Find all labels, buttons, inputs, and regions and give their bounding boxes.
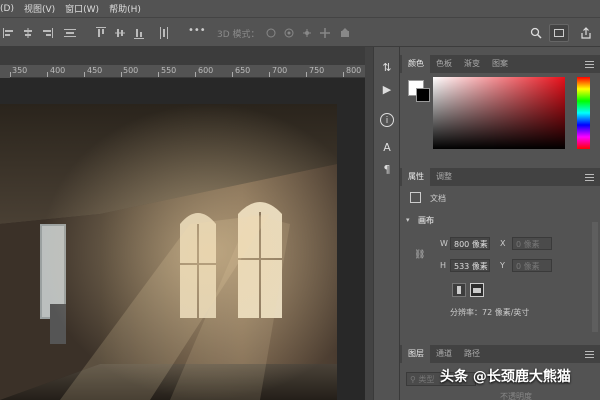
ruler-label: 400 xyxy=(50,66,66,75)
3d-rotate-icon[interactable] xyxy=(265,27,277,39)
ruler-label: 750 xyxy=(309,66,325,75)
3d-slide-icon[interactable] xyxy=(319,27,331,39)
background-color-swatch[interactable] xyxy=(416,88,430,102)
align-right-icon[interactable] xyxy=(41,27,53,39)
info-icon[interactable]: i xyxy=(380,113,394,127)
resolution-text: 分辨率：72 像素/英寸 xyxy=(450,308,530,317)
tab-patterns[interactable]: 图案 xyxy=(486,55,514,73)
paragraph-icon[interactable]: ¶ xyxy=(380,163,394,177)
3d-drag-icon[interactable] xyxy=(301,27,313,39)
panel-menu-icon[interactable] xyxy=(585,61,594,68)
watermark-text: 头条 @长颈鹿大熊猫 xyxy=(440,369,571,385)
share-icon[interactable] xyxy=(580,27,592,39)
distribute-icon[interactable] xyxy=(64,27,76,39)
ruler-label: 450 xyxy=(87,66,103,75)
tab-swatches[interactable]: 色板 xyxy=(430,55,458,73)
distribute-v-icon[interactable] xyxy=(158,27,170,39)
search-icon[interactable] xyxy=(530,27,542,39)
ruler-label: 600 xyxy=(198,66,214,75)
link-dimensions-icon[interactable]: ⛓ xyxy=(414,250,425,260)
align-middle-v-icon[interactable] xyxy=(114,27,126,39)
y-label: Y xyxy=(500,261,505,270)
right-panels: 颜色 色板 渐变 图案 属性 调整 文档 ▾ 画布 W 800 像素 X 0 像… xyxy=(400,47,600,400)
filter-kind-label: 类型 xyxy=(418,375,435,384)
color-picker-field[interactable] xyxy=(433,77,565,149)
ruler-label: 800 xyxy=(346,66,362,75)
layers-panel-tabs: 图层 通道 路径 xyxy=(400,345,600,363)
hue-slider[interactable] xyxy=(577,77,590,149)
options-bar: ••• 3D 模式： xyxy=(0,17,600,47)
x-field[interactable]: 0 像素 xyxy=(512,237,552,250)
workspace-icon[interactable] xyxy=(549,24,569,42)
align-left-icon[interactable] xyxy=(3,27,15,39)
y-field[interactable]: 0 像素 xyxy=(512,259,552,272)
photoshop-window: (D) 视图(V) 窗口(W) 帮助(H) ••• 3D 模式： 350 400… xyxy=(0,0,600,400)
collapse-chevron-icon[interactable]: ▾ xyxy=(406,216,410,224)
document-tab-strip xyxy=(0,47,373,65)
panel-menu-icon[interactable] xyxy=(585,351,594,358)
tab-properties[interactable]: 属性 xyxy=(402,168,430,186)
3d-scale-icon[interactable] xyxy=(339,27,351,39)
character-icon[interactable]: A xyxy=(380,141,394,155)
document-image[interactable] xyxy=(0,104,337,400)
canvas-section-title: 画布 xyxy=(418,216,434,225)
3d-roll-icon[interactable] xyxy=(283,27,295,39)
portrait-orientation-icon[interactable] xyxy=(452,283,466,297)
tab-color[interactable]: 颜色 xyxy=(402,55,430,73)
panel-scrollbar[interactable] xyxy=(592,222,598,332)
history-icon[interactable]: ⇅ xyxy=(380,61,394,75)
menu-item-view[interactable]: 视图(V) xyxy=(24,2,55,15)
tab-channels[interactable]: 通道 xyxy=(430,345,458,363)
align-bottom-icon[interactable] xyxy=(133,27,145,39)
panel-separator[interactable] xyxy=(365,47,373,400)
width-label: W xyxy=(440,239,448,248)
opacity-label: 不透明度 xyxy=(500,392,532,400)
horizontal-ruler: 350 400 450 500 550 600 650 700 750 800 xyxy=(10,65,365,78)
play-actions-icon[interactable]: ▶ xyxy=(380,83,394,97)
ruler-label: 650 xyxy=(235,66,251,75)
document-label: 文档 xyxy=(430,194,446,203)
menu-item-layer[interactable]: (D) xyxy=(0,4,14,14)
panel-icon-strip: ⇅ ▶ i A ¶ xyxy=(373,47,400,400)
x-label: X xyxy=(500,239,506,248)
menubar-spacer xyxy=(385,0,600,17)
align-center-h-icon[interactable] xyxy=(22,27,34,39)
ruler-label: 500 xyxy=(123,66,139,75)
menu-item-window[interactable]: 窗口(W) xyxy=(65,2,99,15)
width-field[interactable]: 800 像素 xyxy=(450,237,490,250)
height-label: H xyxy=(440,261,447,270)
ruler-label: 700 xyxy=(272,66,288,75)
ruler-label: 550 xyxy=(161,66,177,75)
landscape-orientation-icon[interactable] xyxy=(470,283,484,297)
properties-panel-tabs: 属性 调整 xyxy=(400,168,600,186)
more-options-button[interactable]: ••• xyxy=(188,25,206,36)
tab-adjustments[interactable]: 调整 xyxy=(430,168,458,186)
tab-layers[interactable]: 图层 xyxy=(402,345,430,363)
height-field[interactable]: 533 像素 xyxy=(450,259,490,272)
tab-gradients[interactable]: 渐变 xyxy=(458,55,486,73)
align-top-icon[interactable] xyxy=(95,27,107,39)
panel-menu-icon[interactable] xyxy=(585,174,594,181)
3d-mode-label: 3D 模式： xyxy=(217,30,260,40)
document-icon xyxy=(410,192,421,203)
color-panel-tabs: 颜色 色板 渐变 图案 xyxy=(400,55,600,73)
tab-paths[interactable]: 路径 xyxy=(458,345,486,363)
menu-item-help[interactable]: 帮助(H) xyxy=(109,2,141,15)
ruler-label: 350 xyxy=(12,66,28,75)
